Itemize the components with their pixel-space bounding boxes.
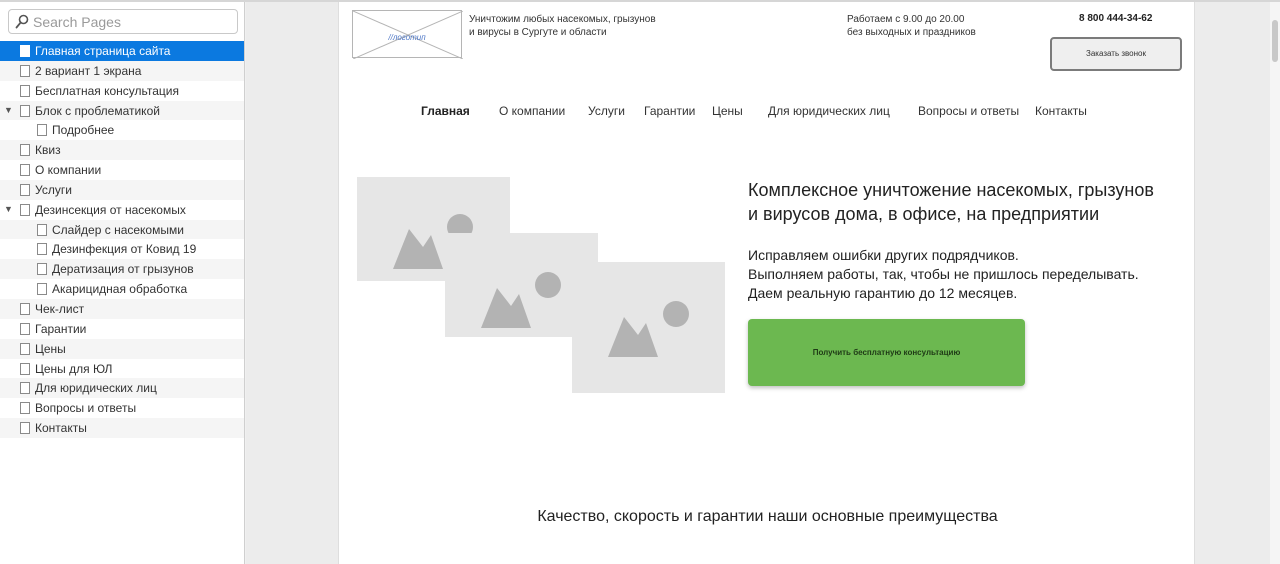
- page-tree-item-label: Бесплатная консультация: [35, 83, 179, 98]
- section-title: Качество, скорость и гарантии наши основ…: [537, 508, 998, 525]
- page-tree-item[interactable]: ▼ Дезинсекция от насекомых: [0, 200, 244, 220]
- page-tree-item-label: Услуги: [35, 182, 72, 197]
- page-icon: [37, 124, 47, 137]
- header-tagline: Уничтожим любых насекомых, грызунов и ви…: [469, 13, 699, 39]
- page-tree-item-label: Дератизация от грызунов: [52, 262, 194, 277]
- image-icon: [608, 301, 689, 357]
- page-icon: [20, 164, 30, 177]
- nav-services[interactable]: Услуги: [588, 104, 625, 118]
- page-tree-item-label: Гарантии: [35, 321, 87, 336]
- page-tree-item-label: Для юридических лиц: [35, 381, 157, 396]
- logo-placeholder: //логотип: [352, 10, 463, 59]
- nav-faq[interactable]: Вопросы и ответы: [918, 104, 1019, 118]
- page-tree: Главная страница сайта 2 вариант 1 экрана…: [0, 41, 244, 438]
- page-tree-item-label: Акарицидная обработка: [52, 282, 188, 297]
- page-icon: [20, 104, 30, 117]
- page-tree-item-label: Дезинсекция от насекомых: [35, 202, 186, 217]
- page-tree-item[interactable]: Главная страница сайта: [0, 41, 244, 61]
- logo-text: //логотип: [388, 33, 426, 42]
- page-icon: [37, 243, 47, 256]
- page-icon: [20, 362, 30, 375]
- page-tree-item[interactable]: Слайдер с насекомыми: [0, 219, 244, 240]
- pages-panel: Главная страница сайта 2 вариант 1 экрана…: [0, 2, 245, 564]
- page-tree-item[interactable]: ▼ Блок с проблематикой: [0, 100, 244, 121]
- page-tree-item[interactable]: Чек-лист: [0, 298, 244, 319]
- page-tree-item[interactable]: Цены: [0, 338, 244, 359]
- page-icon: [20, 144, 30, 157]
- page-tree-item[interactable]: О компании: [0, 160, 244, 180]
- hero-text: Выполняем работы, так, чтобы не пришлось…: [748, 266, 1139, 282]
- page-icon: [37, 263, 47, 276]
- page-tree-item[interactable]: 2 вариант 1 экрана: [0, 60, 244, 81]
- expand-caret-icon[interactable]: ▼: [4, 204, 13, 214]
- page-tree-item[interactable]: Гарантии: [0, 319, 244, 339]
- nav-contacts[interactable]: Контакты: [1035, 104, 1087, 118]
- page-tree-item[interactable]: Дезинфекция от Ковид 19: [0, 239, 244, 259]
- page-icon: [20, 322, 30, 335]
- page-tree-item-label: Контакты: [35, 421, 87, 436]
- free-consultation-button[interactable]: Получить бесплатную консультацию: [748, 319, 1025, 386]
- search-input[interactable]: [33, 12, 233, 31]
- hero-title: Комплексное уничтожение насекомых, грызу…: [748, 178, 1188, 226]
- page-icon: [20, 84, 30, 97]
- page-tree-item[interactable]: Акарицидная обработка: [0, 279, 244, 299]
- page-tree-item-label: 2 вариант 1 экрана: [35, 63, 142, 78]
- tagline-line: и вирусы в Сургуте и области: [469, 27, 607, 38]
- page-tree-item[interactable]: Вопросы и ответы: [0, 398, 244, 418]
- page-icon: [20, 45, 30, 57]
- page-tree-item[interactable]: Для юридических лиц: [0, 378, 244, 399]
- vertical-scrollbar[interactable]: [1270, 2, 1280, 564]
- page-icon: [20, 382, 30, 395]
- search-icon: [15, 14, 29, 29]
- page-tree-item-label: Квиз: [35, 143, 61, 158]
- page-tree-item-label: О компании: [35, 163, 102, 178]
- page-tree-item-label: Блок с проблематикой: [35, 103, 160, 118]
- page-tree-item-label: Подробнее: [52, 123, 115, 138]
- hero-text: Даем реальную гарантию до 12 месяцев.: [748, 285, 1018, 301]
- page-tree-item[interactable]: Услуги: [0, 179, 244, 200]
- page-tree-item[interactable]: Контакты: [0, 418, 244, 438]
- page-tree-item[interactable]: Квиз: [0, 140, 244, 161]
- nav-legal[interactable]: Для юридических лиц: [768, 104, 890, 118]
- hero-text: Исправляем ошибки других подрядчиков.: [748, 247, 1019, 263]
- hours-line: без выходных и праздников: [847, 27, 976, 38]
- nav-prices[interactable]: Цены: [712, 104, 743, 118]
- page-tree-item[interactable]: Цены для ЮЛ: [0, 359, 244, 379]
- tagline-line: Уничтожим любых насекомых, грызунов: [469, 14, 656, 25]
- page-tree-item-label: Цены: [35, 341, 66, 356]
- page-icon: [20, 422, 30, 435]
- page-tree-item[interactable]: Дератизация от грызунов: [0, 259, 244, 280]
- page-icon: [37, 223, 47, 236]
- scrollbar-thumb[interactable]: [1272, 20, 1278, 62]
- page-icon: [20, 183, 30, 196]
- page-tree-item[interactable]: Бесплатная консультация: [0, 81, 244, 101]
- page-tree-item-label: Дезинфекция от Ковид 19: [52, 242, 197, 257]
- hero-title-line: Комплексное уничтожение насекомых, грызу…: [748, 180, 1154, 200]
- page-tree-item-label: Главная страница сайта: [35, 44, 171, 58]
- page-icon: [20, 402, 30, 415]
- nav-guarantees[interactable]: Гарантии: [644, 104, 695, 118]
- hero-title-line: и вирусов дома, в офисе, на предприятии: [748, 204, 1100, 224]
- search-box[interactable]: [8, 9, 238, 34]
- hero-image-3: [572, 262, 725, 393]
- page-icon: [20, 64, 30, 77]
- callback-button[interactable]: Заказать звонок: [1050, 37, 1182, 71]
- hours-line: Работаем с 9.00 до 20.00: [847, 14, 965, 25]
- page-tree-item[interactable]: Подробнее: [0, 120, 244, 140]
- page-tree-item-label: Вопросы и ответы: [35, 401, 137, 416]
- app-window: Главная страница сайта 2 вариант 1 экрана…: [0, 0, 1280, 564]
- working-hours: Работаем с 9.00 до 20.00 без выходных и …: [847, 13, 1027, 39]
- nav-about[interactable]: О компании: [499, 104, 565, 118]
- page-icon: [20, 203, 30, 216]
- page-tree-item-label: Чек-лист: [35, 301, 85, 316]
- page-icon: [20, 342, 30, 355]
- nav-main[interactable]: Главная: [421, 104, 470, 118]
- page-icon: [37, 283, 47, 296]
- expand-caret-icon[interactable]: ▼: [4, 105, 13, 115]
- page-icon: [20, 302, 30, 315]
- phone-number[interactable]: 8 800 444-34-62: [1079, 13, 1179, 24]
- page-artboard: //логотип Уничтожим любых насекомых, гры…: [338, 2, 1195, 564]
- page-tree-item-label: Слайдер с насекомыми: [52, 222, 184, 237]
- page-tree-item-label: Цены для ЮЛ: [35, 361, 113, 376]
